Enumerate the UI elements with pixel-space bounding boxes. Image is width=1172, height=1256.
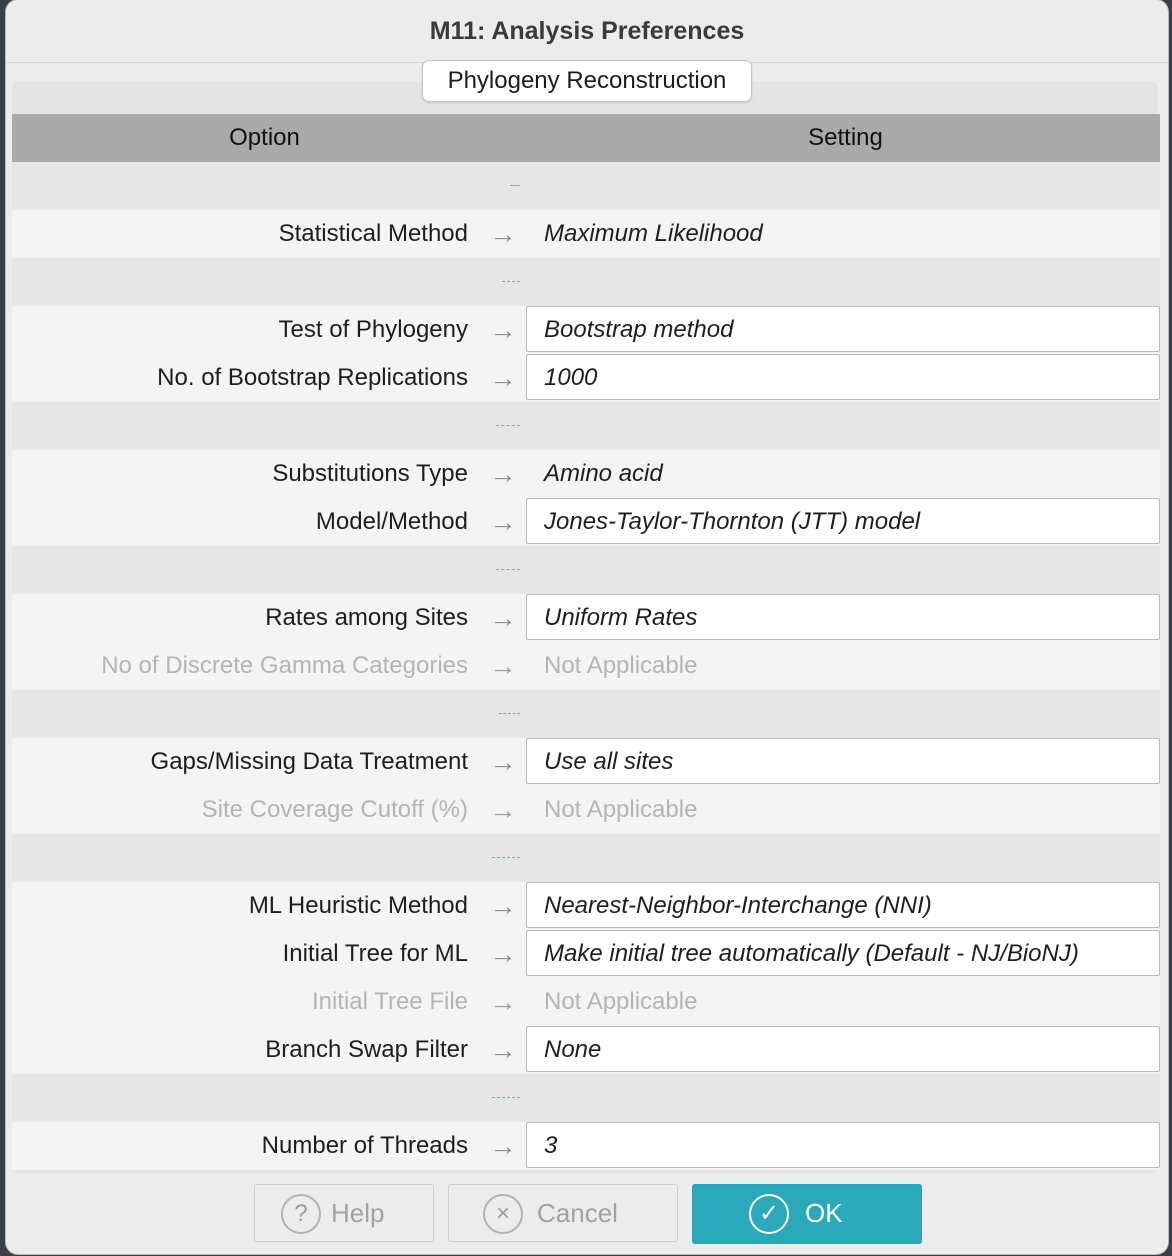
setting-value[interactable]: Bootstrap method [544,306,733,354]
checkmark-icon: ✓ [749,1194,789,1234]
setting-value[interactable]: None [544,1026,601,1074]
arrow-icon: → [489,363,517,393]
option-label: Statistical Method [278,220,468,247]
arrow-icon: → [489,315,517,345]
help-button[interactable]: ? Help [254,1184,434,1242]
section-separator [12,546,1160,594]
setting-field[interactable] [526,1026,1160,1072]
option-label: No of Discrete Gamma Categories [101,652,468,679]
row-site-coverage-cutoff: Site Coverage Cutoff (%) → Not Applicabl… [12,786,1160,834]
section-separator [12,258,1160,306]
section-separator [12,1074,1160,1122]
setting-value[interactable]: 3 [544,1122,557,1170]
row-gaps-missing-data[interactable]: Gaps/Missing Data Treatment → Use all si… [12,738,1160,786]
row-ml-heuristic-method[interactable]: ML Heuristic Method → Nearest-Neighbor-I… [12,882,1160,930]
arrow-icon: → [489,603,517,633]
ok-button[interactable]: ✓ OK [692,1184,922,1244]
section-separator [12,834,1160,882]
row-statistical-method[interactable]: Statistical Method → Maximum Likelihood [12,210,1160,258]
arrow-icon: → [489,219,517,249]
row-gamma-categories: No of Discrete Gamma Categories → Not Ap… [12,642,1160,690]
setting-value[interactable]: Jones-Taylor-Thornton (JTT) model [544,498,920,546]
option-label: Gaps/Missing Data Treatment [150,748,468,775]
row-number-of-threads[interactable]: Number of Threads → 3 [12,1122,1160,1170]
row-initial-tree-for-ml[interactable]: Initial Tree for ML → Make initial tree … [12,930,1160,978]
cancel-button-label: Cancel [537,1198,618,1228]
setting-value[interactable]: Nearest-Neighbor-Interchange (NNI) [544,882,932,930]
setting-field[interactable] [526,354,1160,400]
arrow-icon: → [489,795,517,825]
option-label: Rates among Sites [265,604,468,631]
option-label: ML Heuristic Method [248,892,468,919]
grid-header: Option Setting [12,114,1160,162]
setting-value[interactable]: Maximum Likelihood [544,210,763,258]
arrow-icon: → [489,651,517,681]
row-bootstrap-replications[interactable]: No. of Bootstrap Replications → 1000 [12,354,1160,402]
analysis-preferences-dialog: M11: Analysis Preferences Phylogeny Reco… [6,0,1168,1254]
button-bar: ? Help × Cancel ✓ OK [6,1176,1168,1254]
row-test-of-phylogeny[interactable]: Test of Phylogeny → Bootstrap method [12,306,1160,354]
row-model-method[interactable]: Model/Method → Jones-Taylor-Thornton (JT… [12,498,1160,546]
setting-value[interactable]: Use all sites [544,738,673,786]
setting-value: Not Applicable [544,652,698,679]
row-substitutions-type[interactable]: Substitutions Type → Amino acid [12,450,1160,498]
row-branch-swap-filter[interactable]: Branch Swap Filter → None [12,1026,1160,1074]
tab-phylogeny-reconstruction[interactable]: Phylogeny Reconstruction [421,60,753,102]
section-separator [12,162,1160,210]
setting-value[interactable]: Uniform Rates [544,594,697,642]
close-icon: × [483,1194,523,1234]
section-separator [12,690,1160,738]
option-label: Substitutions Type [272,460,468,487]
row-rates-among-sites[interactable]: Rates among Sites → Uniform Rates [12,594,1160,642]
setting-value[interactable]: 1000 [544,354,597,402]
arrow-icon: → [489,987,517,1017]
preferences-grid: Option Setting Statistical Method → Maxi… [12,114,1160,1170]
setting-column-header: Setting [808,124,883,151]
option-label: Model/Method [315,508,468,535]
option-column-header: Option [229,124,300,151]
arrow-icon: → [489,459,517,489]
setting-value: Not Applicable [544,796,698,823]
help-button-label: Help [331,1198,385,1228]
arrow-icon: → [489,939,517,969]
setting-field[interactable] [526,1122,1160,1168]
ok-button-label: OK [805,1198,843,1228]
option-label: Initial Tree for ML [282,940,468,967]
setting-value[interactable]: Make initial tree automatically (Default… [544,930,1079,978]
row-initial-tree-file: Initial Tree File → Not Applicable [12,978,1160,1026]
setting-value: Not Applicable [544,988,698,1015]
arrow-icon: → [489,747,517,777]
arrow-icon: → [489,1035,517,1065]
option-label: Branch Swap Filter [265,1036,468,1063]
option-label: Initial Tree File [311,988,468,1015]
arrow-icon: → [489,891,517,921]
option-label: No. of Bootstrap Replications [157,364,468,391]
window-title: M11: Analysis Preferences [6,0,1168,63]
option-label: Test of Phylogeny [278,316,468,343]
setting-value[interactable]: Amino acid [544,450,663,498]
arrow-icon: → [489,1131,517,1161]
section-separator [12,402,1160,450]
cancel-button[interactable]: × Cancel [448,1184,678,1242]
arrow-icon: → [489,507,517,537]
option-label: Number of Threads [261,1132,468,1159]
help-icon: ? [281,1194,321,1234]
option-label: Site Coverage Cutoff (%) [201,796,468,823]
